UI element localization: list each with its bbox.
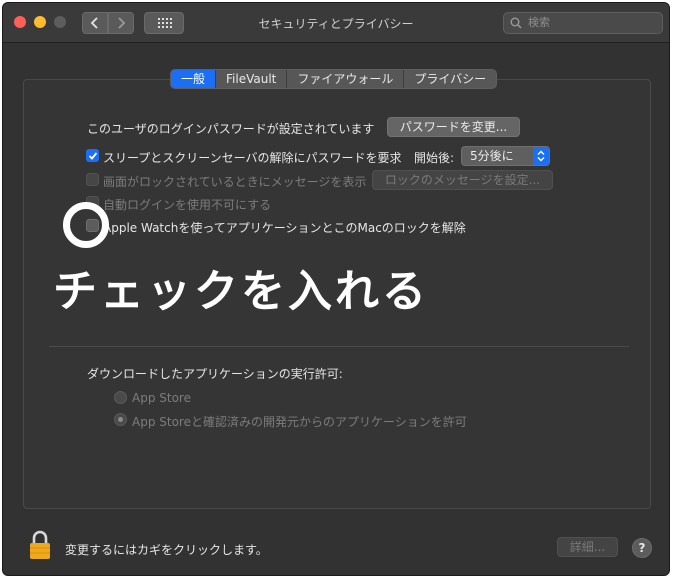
show-message-label: 画面がロックされているときにメッセージを表示 (103, 175, 367, 189)
password-set-label: このユーザのログインパスワードが設定されています (87, 122, 375, 136)
disable-auto-login-label: 自動ログインを使用不可にする (103, 198, 272, 212)
lock-icon[interactable] (29, 530, 51, 560)
tab-general[interactable]: 一般 (171, 70, 217, 88)
search-field[interactable]: 検索 (503, 12, 663, 34)
apple-watch-unlock-label: Apple Watchを使ってアプリケーションとこのMacのロックを解除 (103, 221, 466, 235)
tab-privacy[interactable]: プライバシー (404, 70, 496, 88)
start-after-label: 開始後: (414, 151, 455, 165)
show-message-checkbox[interactable] (86, 173, 99, 186)
select-arrows (533, 147, 549, 165)
radio-app-store-label: App Store (132, 391, 191, 405)
download-section-label: ダウンロードしたアプリケーションの実行許可: (87, 367, 343, 381)
change-password-button[interactable]: パスワードを変更... (387, 117, 520, 137)
annotation-text: チェックを入れる (53, 266, 429, 317)
annotation-circle (63, 202, 109, 248)
checkmark-icon (88, 152, 98, 160)
advanced-button[interactable]: 詳細... (557, 537, 618, 557)
tab-bar: 一般 FileVault ファイアウォール プライバシー (170, 69, 498, 89)
start-after-select[interactable]: 5分後に (461, 146, 550, 166)
search-icon (510, 17, 522, 29)
tab-filevault[interactable]: FileVault (216, 70, 288, 88)
require-password-label: スリープとスクリーンセーバの解除にパスワードを要求 (103, 151, 402, 165)
require-password-checkbox[interactable] (86, 149, 99, 162)
section-divider (49, 346, 629, 347)
start-after-value: 5分後に (470, 149, 514, 163)
up-down-chevron-icon (537, 150, 545, 162)
lock-instruction-label: 変更するにはカギをクリックします。 (65, 543, 268, 557)
title-bar: セキュリティとプライバシー 検索 (3, 3, 669, 43)
set-lock-message-button[interactable]: ロックのメッセージを設定... (372, 170, 553, 190)
radio-app-store-and-developers-label: App Storeと確認済みの開発元からのアプリケーションを許可 (132, 415, 467, 429)
preferences-window: セキュリティとプライバシー 検索 一般 FileVault ファイアウォール プ… (2, 2, 670, 576)
radio-app-store[interactable] (114, 391, 127, 404)
tab-firewall[interactable]: ファイアウォール (287, 70, 405, 88)
search-placeholder: 検索 (528, 16, 550, 29)
help-button[interactable]: ? (632, 538, 652, 558)
radio-app-store-and-developers[interactable] (114, 413, 127, 426)
